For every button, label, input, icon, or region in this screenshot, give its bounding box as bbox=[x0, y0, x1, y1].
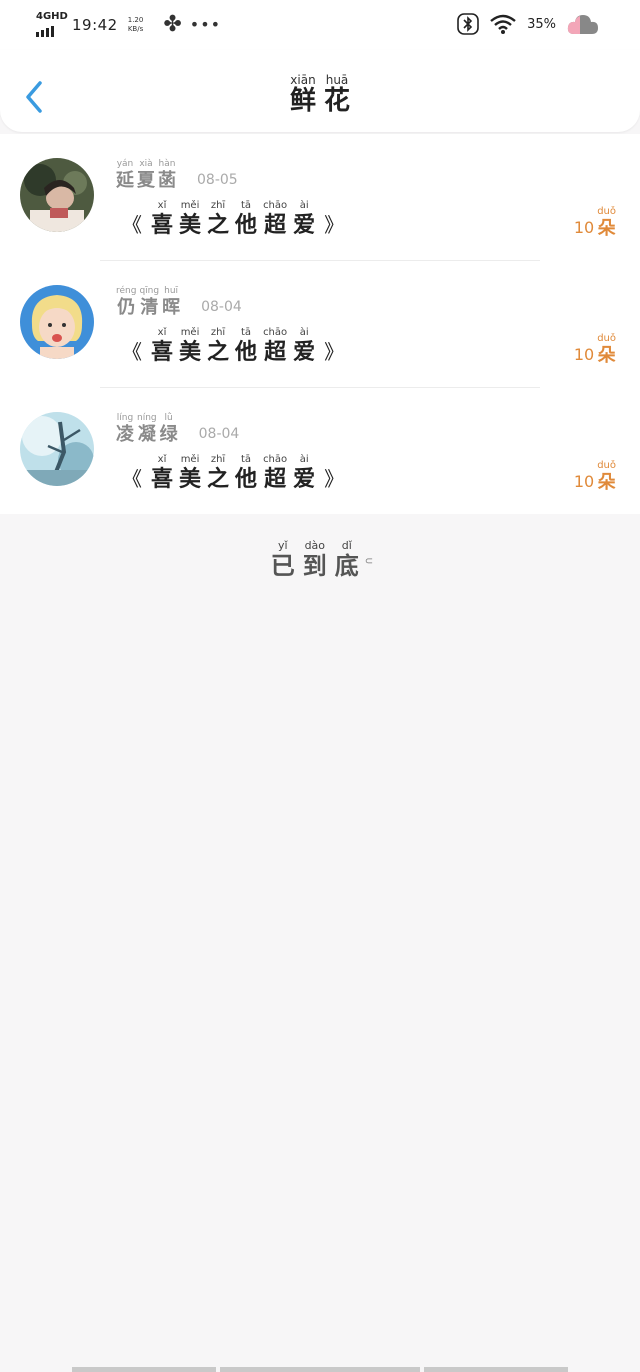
list-item[interactable]: líng 凌 níng 凝 lǜ 绿 08-04 《 xǐ 喜 měi 美 zhī 之 tā… bbox=[0, 388, 640, 515]
record-date: 08-04 bbox=[201, 299, 242, 315]
flower-count: 10 duǒ 朵 bbox=[573, 460, 616, 493]
title-char: xiān 鲜 bbox=[289, 73, 316, 116]
battery-level: 35% bbox=[527, 16, 556, 32]
page-header: xiān 鲜 huā 花 bbox=[0, 50, 640, 132]
list-item[interactable]: réng 仍 qīng 清 huī 晖 08-04 《 xǐ 喜 měi 美 zhī 之 t… bbox=[0, 261, 640, 388]
end-of-list-text: yǐ 已 dào 到 dǐ 底 ⊂ bbox=[270, 539, 374, 581]
network-type: 4GHD bbox=[36, 10, 68, 22]
username-char: xià 夏 bbox=[137, 159, 155, 191]
battery-cloud-icon bbox=[567, 15, 598, 34]
username-char: hàn 菡 bbox=[158, 159, 176, 191]
network-speed: 1.20 KB/s bbox=[127, 15, 144, 33]
username-char: níng 凝 bbox=[137, 413, 157, 445]
flower-count: 10 duǒ 朵 bbox=[573, 206, 616, 239]
gift-name: 《 xǐ 喜 měi 美 zhī 之 tā 他 chāo 超 ài 爱 》 bbox=[122, 454, 345, 492]
avatar[interactable] bbox=[20, 285, 94, 359]
flower-record-list: yán 延 xià 夏 hàn 菡 08-05 《 xǐ 喜 měi 美 zhī 之 tā 他… bbox=[0, 134, 640, 514]
username-char: líng 凌 bbox=[116, 413, 134, 445]
bluetooth-icon bbox=[457, 13, 479, 35]
signal-icon: 4GHD bbox=[36, 11, 68, 37]
title-char: huā 花 bbox=[324, 73, 351, 116]
username-char: réng 仍 bbox=[116, 286, 137, 318]
more-notifications-icon: ••• bbox=[189, 15, 222, 34]
username-char: lǜ 绿 bbox=[159, 413, 178, 445]
username-char: yán 延 bbox=[116, 159, 134, 191]
page-title: xiān 鲜 huā 花 bbox=[0, 74, 640, 116]
clock: 19:42 bbox=[72, 15, 118, 34]
record-date: 08-05 bbox=[197, 172, 238, 188]
username-char: huī 晖 bbox=[162, 286, 181, 318]
avatar[interactable] bbox=[20, 158, 94, 232]
fan-icon: ✤ bbox=[163, 12, 182, 37]
gift-name: 《 xǐ 喜 měi 美 zhī 之 tā 他 chāo 超 ài 爱 》 bbox=[122, 200, 345, 238]
fish-icon: ⊂ bbox=[364, 556, 374, 567]
list-item[interactable]: yán 延 xià 夏 hàn 菡 08-05 《 xǐ 喜 měi 美 zhī 之 tā 他… bbox=[0, 134, 640, 261]
status-bar: 4GHD 19:42 1.20 KB/s ✤ ••• 35% bbox=[0, 0, 640, 50]
gift-name: 《 xǐ 喜 měi 美 zhī 之 tā 他 chāo 超 ài 爱 》 bbox=[122, 327, 345, 365]
bottom-edge-bar bbox=[0, 1366, 640, 1372]
avatar[interactable] bbox=[20, 412, 94, 486]
record-date: 08-04 bbox=[198, 426, 240, 442]
flower-count: 10 duǒ 朵 bbox=[573, 333, 616, 366]
wifi-icon bbox=[490, 14, 516, 34]
username-char: qīng 清 bbox=[139, 286, 160, 318]
